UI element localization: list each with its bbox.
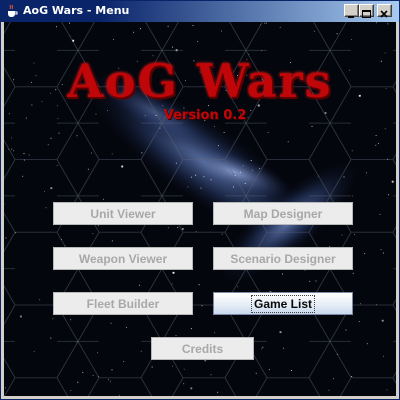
maximize-icon: [362, 10, 371, 18]
game-logo: AoG Wars: [67, 54, 333, 108]
scenario-designer-label: Scenario Designer: [230, 251, 336, 266]
title-bar[interactable]: AoG Wars - Menu: [1, 1, 399, 22]
map-designer-button[interactable]: Map Designer: [213, 202, 353, 225]
minimize-icon: [348, 16, 354, 18]
credits-label: Credits: [181, 341, 224, 356]
map-designer-label: Map Designer: [243, 206, 323, 221]
weapon-viewer-label: Weapon Viewer: [78, 251, 168, 266]
window-title: AoG Wars - Menu: [23, 4, 130, 17]
close-button[interactable]: [377, 4, 392, 18]
app-window: AoG Wars - Menu AoG Wars Version 0.2 Uni…: [0, 0, 400, 400]
minimize-button[interactable]: [344, 4, 359, 18]
close-icon: [380, 10, 388, 18]
weapon-viewer-button[interactable]: Weapon Viewer: [53, 247, 193, 270]
menu-panel: AoG Wars Version 0.2 Unit Viewer Map Des…: [4, 22, 396, 396]
fleet-builder-button[interactable]: Fleet Builder: [53, 292, 193, 315]
maximize-button[interactable]: [359, 4, 374, 18]
credits-button[interactable]: Credits: [151, 337, 254, 360]
fleet-builder-label: Fleet Builder: [86, 296, 160, 311]
scenario-designer-button[interactable]: Scenario Designer: [213, 247, 353, 270]
unit-viewer-button[interactable]: Unit Viewer: [53, 202, 193, 225]
version-label: Version 0.2: [163, 108, 247, 123]
unit-viewer-label: Unit Viewer: [90, 206, 156, 221]
game-list-label: Game List: [250, 294, 316, 313]
game-list-button[interactable]: Game List: [213, 292, 353, 315]
java-cup-icon: [8, 4, 18, 17]
